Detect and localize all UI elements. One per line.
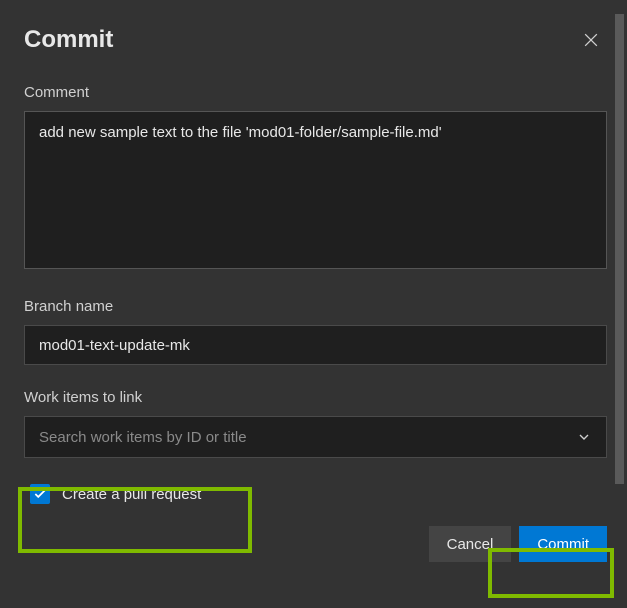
comment-field-group: Comment [24,84,607,274]
work-items-label: Work items to link [24,389,607,406]
branch-field-group: Branch name [24,298,607,365]
create-pull-request-checkbox[interactable] [30,484,50,504]
work-items-field-group: Work items to link Search work items by … [24,389,607,458]
commit-dialog: Commit Comment Branch name Work items to… [0,0,627,608]
close-icon [581,30,601,50]
checkmark-icon [33,487,47,501]
dialog-header: Commit [24,24,607,56]
branch-label: Branch name [24,298,607,315]
branch-name-input[interactable] [24,325,607,365]
commit-button[interactable]: Commit [519,526,607,562]
scrollbar[interactable] [615,14,624,484]
close-button[interactable] [575,24,607,56]
dialog-title: Commit [24,26,113,54]
dialog-footer: Cancel Commit [24,526,607,562]
chevron-down-icon [576,429,592,445]
cancel-button[interactable]: Cancel [429,526,512,562]
comment-input[interactable] [24,111,607,269]
comment-label: Comment [24,84,607,101]
work-items-placeholder: Search work items by ID or title [39,429,247,446]
work-items-dropdown[interactable]: Search work items by ID or title [24,416,607,458]
create-pull-request-row: Create a pull request [24,480,607,512]
create-pull-request-label: Create a pull request [62,486,201,503]
